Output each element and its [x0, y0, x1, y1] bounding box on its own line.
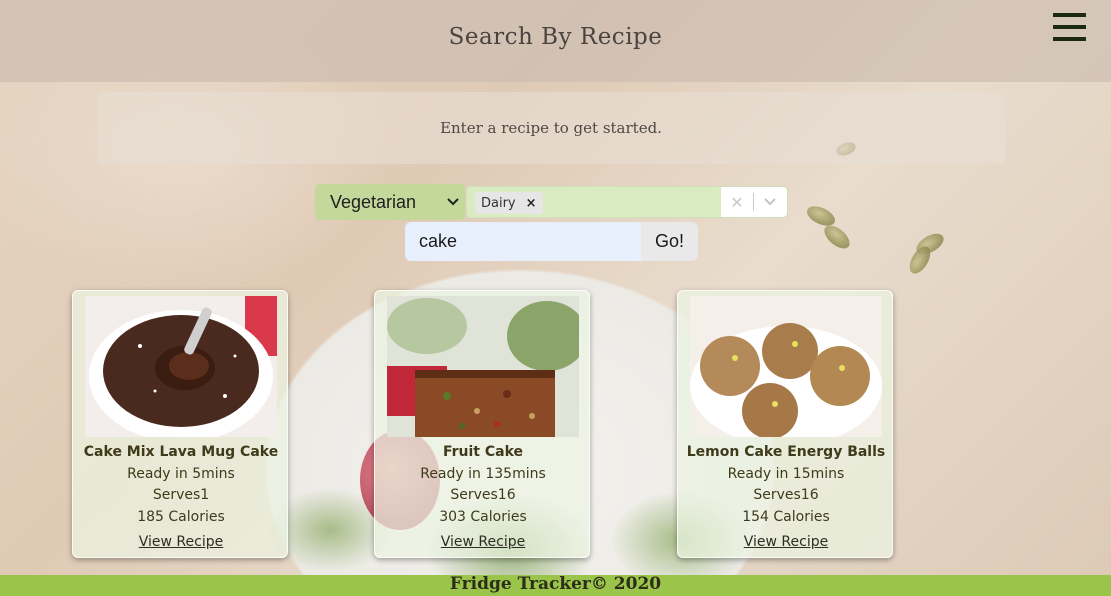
recipe-ready-time: Ready in 5mins: [127, 466, 235, 482]
intro-panel: Enter a recipe to get started.: [97, 92, 1005, 164]
footer-bar: Fridge Tracker© 2020: [0, 575, 1111, 596]
recipe-serves: Serves16: [753, 487, 819, 503]
recipe-calories: 154 Calories: [742, 509, 830, 525]
intolerance-tag: Dairy ×: [475, 192, 543, 214]
recipe-card[interactable]: Fruit Cake Ready in 135mins Serves16 303…: [374, 290, 590, 558]
recipe-image[interactable]: [85, 296, 277, 437]
footer-text: Fridge Tracker© 2020: [449, 574, 662, 594]
recipe-calories: 185 Calories: [137, 509, 225, 525]
diet-select[interactable]: Vegetarian: [315, 184, 465, 220]
hamburger-menu-icon[interactable]: [1053, 13, 1086, 41]
recipe-ready-time: Ready in 15mins: [727, 466, 845, 482]
recipe-card[interactable]: Cake Mix Lava Mug Cake Ready in 5mins Se…: [72, 290, 288, 558]
multiselect-controls: ✕: [721, 187, 787, 217]
recipe-image[interactable]: [690, 296, 882, 437]
intolerance-multiselect[interactable]: Dairy × ✕: [466, 186, 788, 218]
recipe-serves: Serves1: [152, 487, 210, 503]
chevron-down-icon: [447, 198, 459, 206]
view-recipe-link[interactable]: View Recipe: [678, 534, 894, 550]
recipe-image[interactable]: [387, 296, 579, 437]
search-input[interactable]: cake: [405, 222, 641, 261]
diet-select-value: Vegetarian: [330, 192, 417, 212]
recipe-title: Fruit Cake: [442, 444, 524, 460]
intro-text: Enter a recipe to get started.: [440, 119, 662, 137]
recipe-calories: 303 Calories: [439, 509, 527, 525]
tag-remove-icon[interactable]: ×: [524, 196, 539, 211]
background-seed: [820, 221, 854, 253]
page-title: Search By Recipe: [448, 24, 663, 50]
intolerance-tag-label: Dairy: [481, 195, 516, 211]
recipe-ready-time: Ready in 135mins: [420, 466, 546, 482]
go-button[interactable]: Go!: [641, 222, 698, 261]
view-recipe-link[interactable]: View Recipe: [375, 534, 591, 550]
recipe-card[interactable]: Lemon Cake Energy Balls Ready in 15mins …: [677, 290, 893, 558]
recipe-title: Cake Mix Lava Mug Cake: [83, 444, 279, 460]
chevron-down-icon[interactable]: [754, 187, 786, 217]
recipe-serves: Serves16: [450, 487, 516, 503]
clear-icon[interactable]: ✕: [721, 193, 753, 212]
view-recipe-link[interactable]: View Recipe: [73, 534, 289, 550]
recipe-title: Lemon Cake Energy Balls: [686, 444, 886, 460]
